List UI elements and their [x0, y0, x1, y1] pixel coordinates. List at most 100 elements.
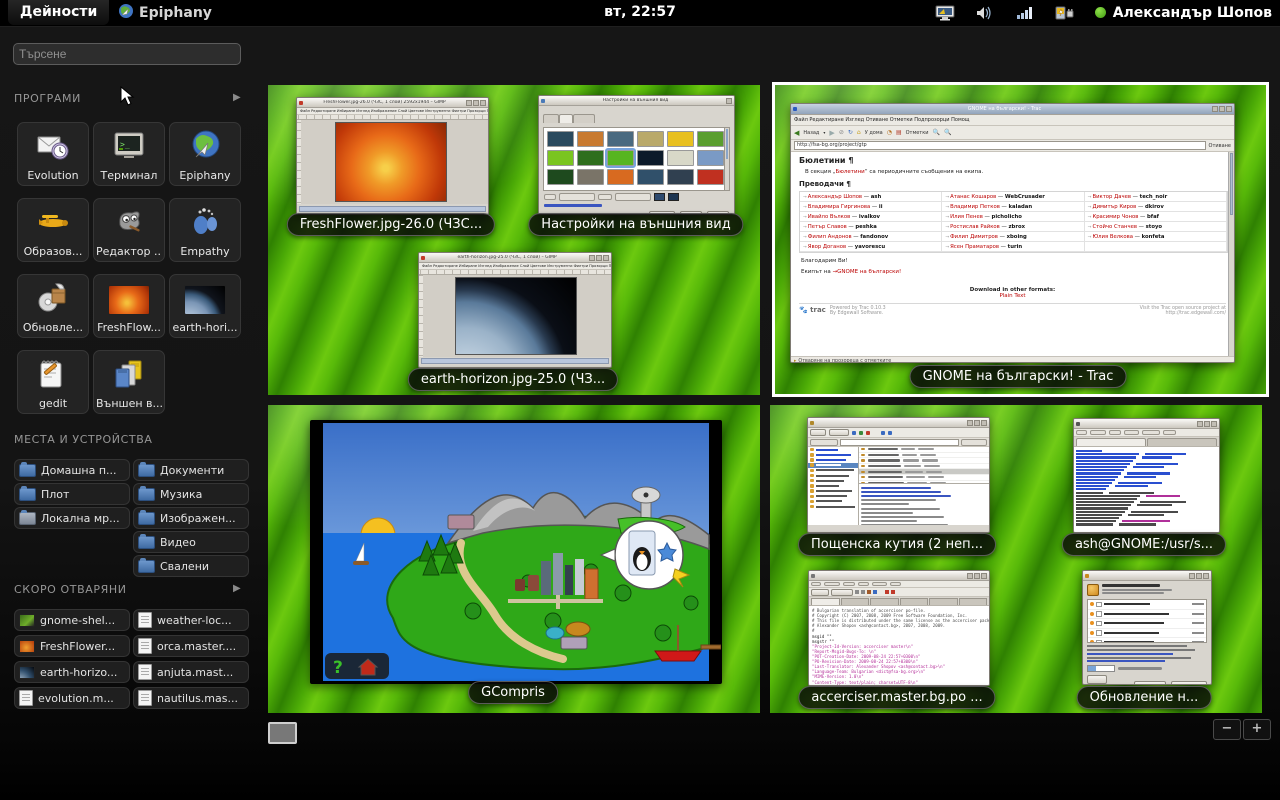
go-button: Отиване — [1209, 143, 1231, 149]
wallpaper-scrollbar — [724, 128, 729, 190]
window-buttons — [466, 100, 486, 106]
recent-item[interactable]: anjuta.mast... — [133, 661, 249, 683]
network-signal-icon[interactable] — [1015, 5, 1035, 21]
app-tile-epiphany[interactable]: Epiphany — [169, 122, 241, 186]
window-buttons — [726, 98, 732, 104]
place-music[interactable]: Музика — [133, 483, 249, 505]
terminal-body — [1074, 447, 1219, 533]
workspace-1[interactable]: FreshFlower.jpg-26.0 (ЧЗС, 1 слой) 2592x… — [268, 85, 760, 395]
clock[interactable]: вт, 22:57 — [604, 0, 676, 25]
gimp-earth-window[interactable]: earth-horizon.jpg-25.0 (ЧЗС, 1 слой) – G… — [418, 252, 612, 368]
zoom-out-icon: 🔍 — [944, 129, 951, 136]
recent-item[interactable]: earth-horizo... — [14, 661, 130, 683]
gcompris-window[interactable]: ? — [310, 420, 722, 684]
epiphany-trac-window[interactable]: GNOME на български! - Trac Файл Редактир… — [790, 103, 1235, 363]
app-tile-empathy[interactable]: Empathy — [169, 198, 241, 262]
recent-expand-arrow-icon[interactable]: ▶ — [233, 583, 241, 594]
pictures-folder-icon — [138, 512, 155, 525]
recent-item[interactable]: weather-loc... — [133, 609, 249, 631]
appearance-preferences-window[interactable]: Настройки на външния вид — [538, 95, 735, 215]
web-browser-icon — [188, 129, 222, 163]
gedit-window[interactable]: # Bulgarian translation of accerciser po… — [808, 570, 990, 686]
activities-button[interactable]: Дейности — [8, 0, 109, 25]
flower-thumbnail — [108, 285, 150, 315]
place-local-network[interactable]: Локална мр... — [14, 507, 130, 529]
window-label: Обновление н... — [1077, 686, 1212, 709]
evolution-folder-tree — [808, 447, 859, 525]
workspace-remove-button[interactable]: − — [1213, 719, 1241, 740]
app-menu-button[interactable]: Epiphany — [118, 0, 212, 25]
update-manager-window[interactable] — [1082, 570, 1212, 685]
app-tile-appearance[interactable]: Външен в... — [93, 350, 165, 414]
place-home[interactable]: Домашна п... — [14, 459, 130, 481]
window-icon — [811, 574, 815, 578]
window-buttons — [1197, 421, 1217, 427]
browser-statusbar: ▸Отваряне на прозореца с отметките — [791, 356, 1234, 363]
gcompris-plane-icon — [36, 205, 70, 239]
app-menu-label: Epiphany — [139, 5, 212, 21]
programs-expand-arrow-icon[interactable]: ▶ — [233, 92, 241, 103]
recent-item[interactable]: nautilus.mas... — [133, 687, 249, 709]
app-tile-earth-horizon[interactable]: earth-hori... — [169, 274, 241, 338]
app-tile-gcompris[interactable]: Образов... — [17, 198, 89, 262]
battery-icon[interactable] — [1055, 5, 1075, 21]
stop-icon: ⊘ — [839, 129, 844, 136]
window-buttons — [1212, 106, 1232, 112]
gnome-shell-overview: Дейности Epiphany вт, 22:57 Александ — [0, 0, 1280, 800]
appearance-icon — [112, 357, 146, 391]
window-label: GNOME на български! - Trac — [910, 365, 1127, 388]
workspace-thumbnail[interactable] — [268, 722, 297, 744]
recent-item[interactable]: orca.master.... — [133, 635, 249, 657]
user-status-dot-icon — [1095, 7, 1106, 18]
workspace-add-button[interactable]: + — [1243, 719, 1271, 740]
page-scrollbar — [1228, 152, 1234, 356]
place-pictures[interactable]: Изображен... — [133, 507, 249, 529]
place-downloads[interactable]: Свалени — [133, 555, 249, 577]
bookmark-icon: ▤ — [896, 129, 902, 136]
window-title: GNOME на български! - Trac — [799, 106, 1210, 112]
documents-folder-icon — [138, 464, 155, 477]
place-desktop[interactable]: Плот — [14, 483, 130, 505]
desktop-icon — [19, 488, 36, 501]
place-videos[interactable]: Видео — [133, 531, 249, 553]
updates-progress — [1083, 664, 1211, 673]
window-icon — [1076, 422, 1080, 426]
app-tile-evolution[interactable]: Evolution — [17, 122, 89, 186]
place-documents[interactable]: Документи — [133, 459, 249, 481]
zoom-in-icon: 🔍 — [933, 129, 940, 136]
gimp-icon — [112, 205, 146, 239]
recent-item[interactable]: evolution.m... — [14, 687, 130, 709]
evolution-window[interactable] — [807, 417, 990, 533]
window-label: accerciser.master.bg.po ... — [798, 686, 995, 709]
user-menu[interactable]: Александър Шопов — [1095, 5, 1272, 21]
app-tile-terminal[interactable]: >_ Терминал — [93, 122, 165, 186]
gedit-menubar — [809, 581, 989, 588]
app-tile-gimp[interactable]: Редактор ... — [93, 198, 165, 262]
app-tile-gedit[interactable]: gedit — [17, 350, 89, 414]
workspace-4[interactable]: Пощенска кутия (2 неп... ash@GNOME:/usr/… — [770, 405, 1262, 713]
display-settings-icon[interactable] — [935, 5, 955, 21]
gimp-freshflower-window[interactable]: FreshFlower.jpg-26.0 (ЧЗС, 1 слой) 2592x… — [296, 97, 489, 215]
window-title: FreshFlower.jpg-26.0 (ЧЗС, 1 слой) 2592x… — [305, 100, 464, 105]
volume-icon[interactable] — [975, 5, 995, 21]
app-tile-freshflower[interactable]: FreshFlow... — [93, 274, 165, 338]
home-icon: ⌂ — [857, 129, 861, 136]
workspace-3[interactable]: ? GCompris — [268, 405, 760, 713]
document-icon — [138, 612, 152, 628]
mouse-cursor — [120, 86, 136, 106]
history-icon: ◔ — [887, 129, 892, 136]
terminal-menubar — [1074, 429, 1219, 437]
trac-download-link: Plain Text — [799, 293, 1226, 299]
app-tile-software-update[interactable]: Обновле... — [17, 274, 89, 338]
search-input[interactable] — [13, 43, 241, 65]
browser-toolbar: ◀Назад▾ ▶ ⊘ ↻ ⌂У дома ◔ ▤Отметки 🔍🔍 — [791, 126, 1234, 140]
recent-item[interactable]: FreshFlower... — [14, 635, 130, 657]
window-icon — [541, 99, 545, 103]
workspace-2-active[interactable]: GNOME на български! - Trac Файл Редактир… — [772, 82, 1269, 397]
recent-item[interactable]: gnome-shel... — [14, 609, 130, 631]
appearance-style-controls — [539, 191, 734, 203]
terminal-tabs — [1074, 437, 1219, 447]
epiphany-globe-icon — [118, 3, 134, 23]
terminal-window[interactable] — [1073, 418, 1220, 533]
earth-image — [455, 277, 577, 355]
